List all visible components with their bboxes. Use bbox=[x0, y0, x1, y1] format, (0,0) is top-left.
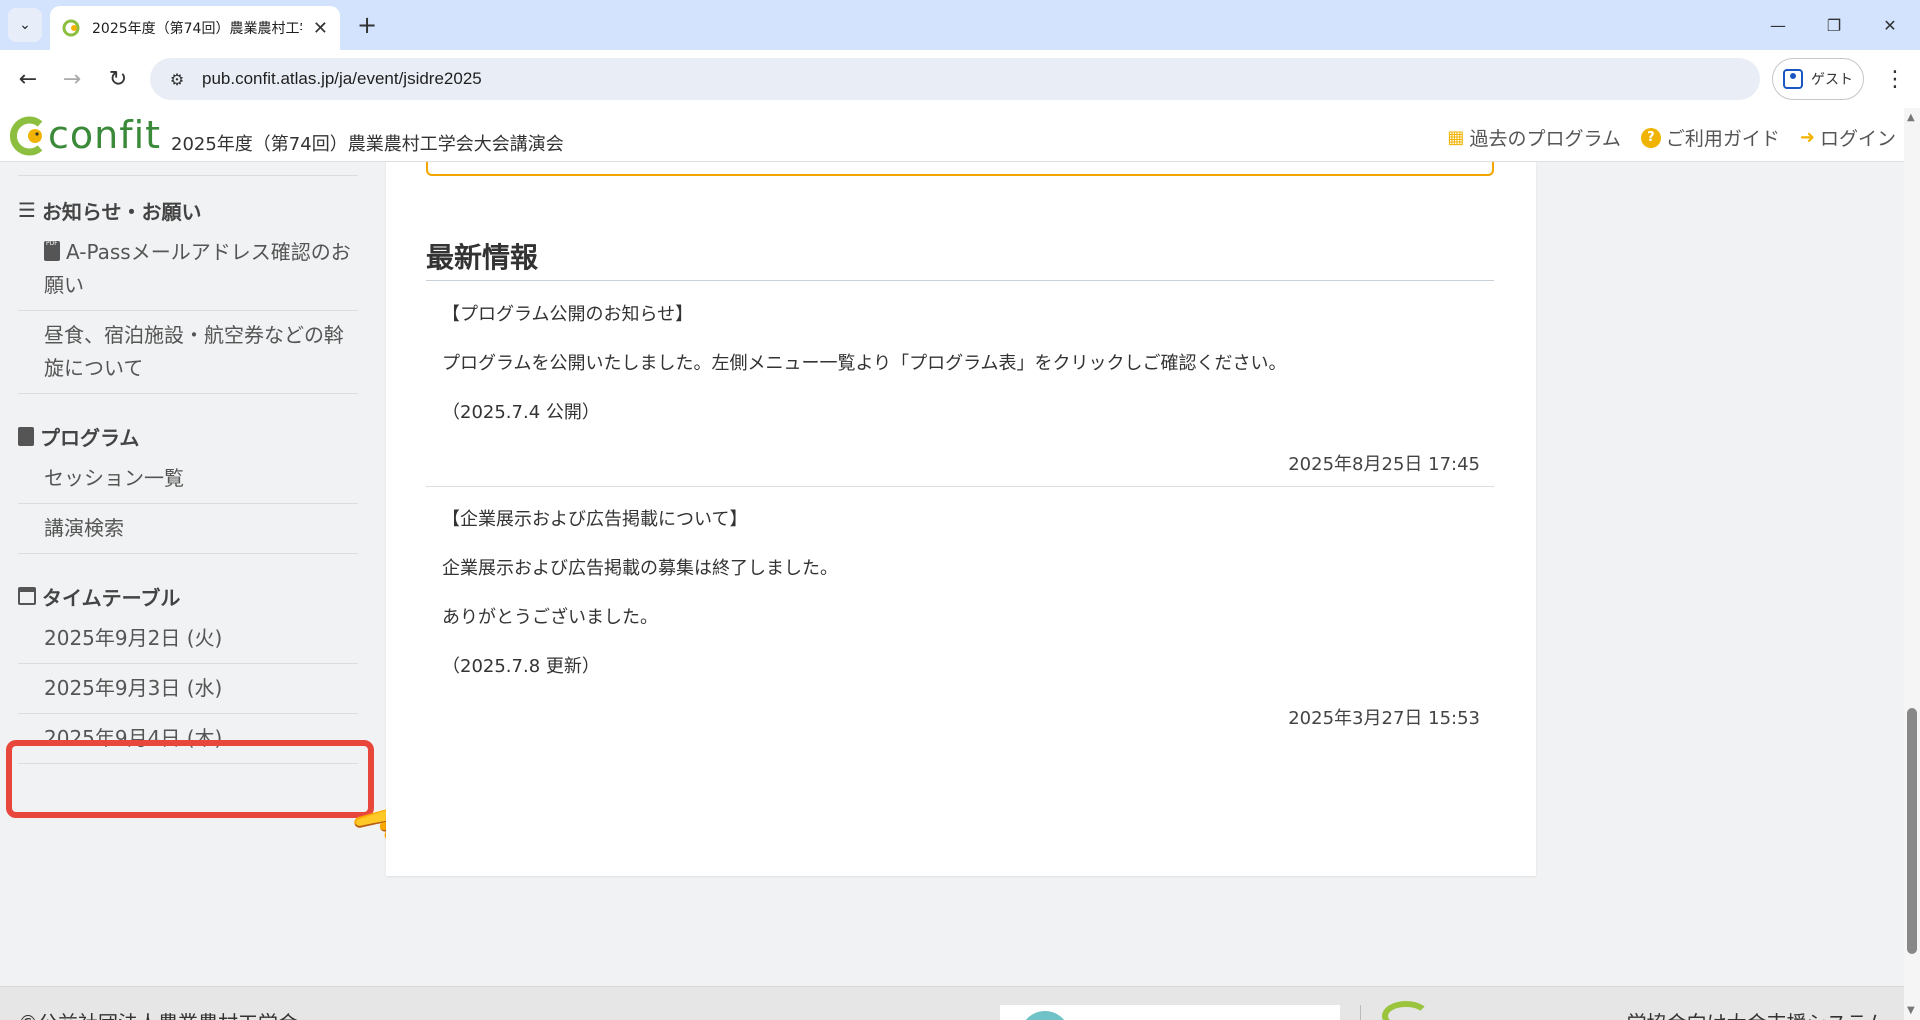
sidebar-item-label: 昼食、宿泊施設・航空券などの斡旋について bbox=[44, 323, 344, 380]
news-line: （2025.7.4 公開） bbox=[442, 402, 600, 423]
scroll-down-icon[interactable]: ▼ bbox=[1907, 1005, 1915, 1016]
sidebar-item-label: 2025年9月2日 (火) bbox=[44, 626, 223, 650]
news-item: 【プログラム公開のお知らせ】 プログラムを公開いたしました。左側メニュー一覧より… bbox=[426, 303, 1494, 487]
header-links: ▦ 過去のプログラム ? ご利用ガイド ➜ ログイン bbox=[1447, 124, 1896, 151]
minimize-button[interactable]: — bbox=[1758, 8, 1798, 42]
footer-system-text: 学協会向け大会支援システム bbox=[1627, 1007, 1886, 1020]
login-icon: ➜ bbox=[1799, 127, 1815, 148]
footer-divider bbox=[1360, 1005, 1361, 1020]
highlight-annotation bbox=[6, 740, 374, 818]
sidebar-heading-label: プログラム bbox=[40, 425, 140, 450]
close-tab-icon[interactable]: ✕ bbox=[313, 18, 328, 39]
footer-banner[interactable] bbox=[1000, 1005, 1340, 1020]
sidebar-heading-timetable: タイムテーブル bbox=[18, 578, 358, 614]
past-programs-label: 過去のプログラム bbox=[1469, 128, 1621, 150]
news-item: 【企業展示および広告掲載について】 企業展示および広告掲載の募集は終了しました。… bbox=[426, 508, 1494, 730]
news-date: 2025年3月27日 15:53 bbox=[1288, 708, 1480, 729]
sidebar-item-day2[interactable]: 2025年9月3日 (水) bbox=[18, 664, 358, 714]
book-icon bbox=[18, 426, 34, 446]
sidebar-item-label: セッション一覧 bbox=[44, 466, 184, 490]
tab-search-button[interactable]: ⌄ bbox=[8, 8, 42, 42]
confit-logo[interactable]: confit bbox=[8, 112, 161, 156]
url-text[interactable]: pub.confit.atlas.jp/ja/event/jsidre2025 bbox=[202, 69, 482, 89]
close-window-button[interactable]: ✕ bbox=[1870, 8, 1910, 42]
sidebar-item-lodging[interactable]: 昼食、宿泊施設・航空券などの斡旋について bbox=[18, 311, 358, 394]
sidebar-item-label: 2025年9月3日 (水) bbox=[44, 676, 223, 700]
calendar-icon bbox=[18, 587, 36, 605]
new-tab-button[interactable]: + bbox=[352, 10, 382, 40]
pdf-icon bbox=[44, 227, 60, 261]
page-content: confit 2025年度（第74回）農業農村工学会大会講演会 ▦ 過去のプログ… bbox=[0, 108, 1904, 1020]
scroll-thumb[interactable] bbox=[1907, 708, 1917, 954]
browser-tab[interactable]: 2025年度（第74回）農業農村工学会大会講演会 ✕ bbox=[50, 6, 340, 50]
news-divider bbox=[426, 486, 1494, 487]
news-heading: 最新情報 bbox=[426, 236, 1494, 281]
past-programs-link[interactable]: ▦ 過去のプログラム bbox=[1447, 124, 1620, 151]
sidebar-item-label: 講演検索 bbox=[44, 516, 124, 540]
news-line: 【企業展示および広告掲載について】 bbox=[442, 509, 748, 530]
site-info-icon[interactable]: ⚙ bbox=[162, 64, 192, 94]
help-icon: ? bbox=[1640, 127, 1661, 148]
news-line: プログラムを公開いたしました。左側メニュー一覧より「プログラム表」をクリックしご… bbox=[442, 353, 1287, 374]
logo-text: confit bbox=[48, 113, 162, 157]
browser-tabstrip: ⌄ 2025年度（第74回）農業農村工学会大会講演会 ✕ + — ❐ ✕ bbox=[0, 0, 1920, 50]
back-button[interactable]: ← bbox=[10, 61, 46, 97]
profile-icon bbox=[1783, 69, 1803, 89]
page-scrollbar[interactable]: ▲ ▼ bbox=[1904, 108, 1920, 1020]
tab-title: 2025年度（第74回）農業農村工学会大会講演会 bbox=[92, 21, 302, 37]
news-line: ありがとうございました。 bbox=[442, 607, 658, 628]
news-line: 【プログラム公開のお知らせ】 bbox=[442, 304, 694, 325]
chevron-down-icon: ⌄ bbox=[19, 17, 31, 33]
profile-label: ゲスト bbox=[1811, 72, 1853, 88]
login-link[interactable]: ➜ ログイン bbox=[1800, 124, 1896, 151]
site-footer: ©公益社団法人農業農村工学会 学協会向け大会支援システム bbox=[0, 986, 1904, 1020]
copyright-text: ©公益社団法人農業農村工学会 bbox=[18, 1007, 298, 1020]
site-title: 2025年度（第74回）農業農村工学会大会講演会 bbox=[171, 134, 564, 155]
boxes-icon: ▦ bbox=[1447, 127, 1465, 148]
confit-footer-logo-icon bbox=[1382, 1001, 1430, 1020]
news-date: 2025年8月25日 17:45 bbox=[1288, 454, 1480, 475]
sidebar-item-apass[interactable]: A-Passメールアドレス確認のお願い bbox=[18, 227, 358, 311]
site-header: confit 2025年度（第74回）農業農村工学会大会講演会 ▦ 過去のプログ… bbox=[0, 108, 1904, 162]
sidebar-heading-notices: ☰ お知らせ・お願い bbox=[18, 192, 358, 228]
address-bar[interactable]: ⚙ pub.confit.atlas.jp/ja/event/jsidre202… bbox=[150, 58, 1760, 100]
sidebar-item-search[interactable]: 講演検索 bbox=[18, 504, 358, 554]
sidebar-item-sessions[interactable]: セッション一覧 bbox=[18, 454, 358, 504]
forward-button[interactable]: → bbox=[54, 61, 90, 97]
confit-logo-icon bbox=[9, 116, 43, 156]
sidebar-heading-program: プログラム bbox=[18, 418, 358, 454]
news-line: 企業展示および広告掲載の募集は終了しました。 bbox=[442, 558, 838, 579]
scroll-up-icon[interactable]: ▲ bbox=[1907, 112, 1915, 123]
sidebar-heading-label: タイムテーブル bbox=[42, 585, 181, 610]
sidebar-item-label: A-Passメールアドレス確認のお願い bbox=[44, 240, 351, 297]
user-guide-link[interactable]: ? ご利用ガイド bbox=[1640, 124, 1780, 151]
main-card: 最新情報 【プログラム公開のお知らせ】 プログラムを公開いたしました。左側メニュ… bbox=[386, 126, 1536, 876]
reload-button[interactable]: ↻ bbox=[100, 61, 136, 97]
browser-toolbar: ← → ↻ ⚙ pub.confit.atlas.jp/ja/event/jsi… bbox=[0, 50, 1920, 108]
browser-menu-button[interactable]: ⋮ bbox=[1880, 61, 1910, 97]
list-icon: ☰ bbox=[18, 198, 36, 222]
sidebar-heading-label: お知らせ・お願い bbox=[41, 199, 202, 224]
sidebar: ☰ お知らせ・お願い A-Passメールアドレス確認のお願い 昼食、宿泊施設・航… bbox=[18, 162, 358, 764]
login-label: ログイン bbox=[1819, 128, 1896, 150]
sidebar-item-day1[interactable]: 2025年9月2日 (火) bbox=[18, 614, 358, 664]
news-line: （2025.7.8 更新） bbox=[442, 656, 600, 677]
confit-favicon-icon bbox=[62, 19, 80, 37]
user-guide-label: ご利用ガイド bbox=[1665, 128, 1780, 150]
restore-button[interactable]: ❐ bbox=[1814, 8, 1854, 42]
sidebar-divider bbox=[18, 162, 358, 176]
profile-button[interactable]: ゲスト bbox=[1772, 58, 1864, 100]
